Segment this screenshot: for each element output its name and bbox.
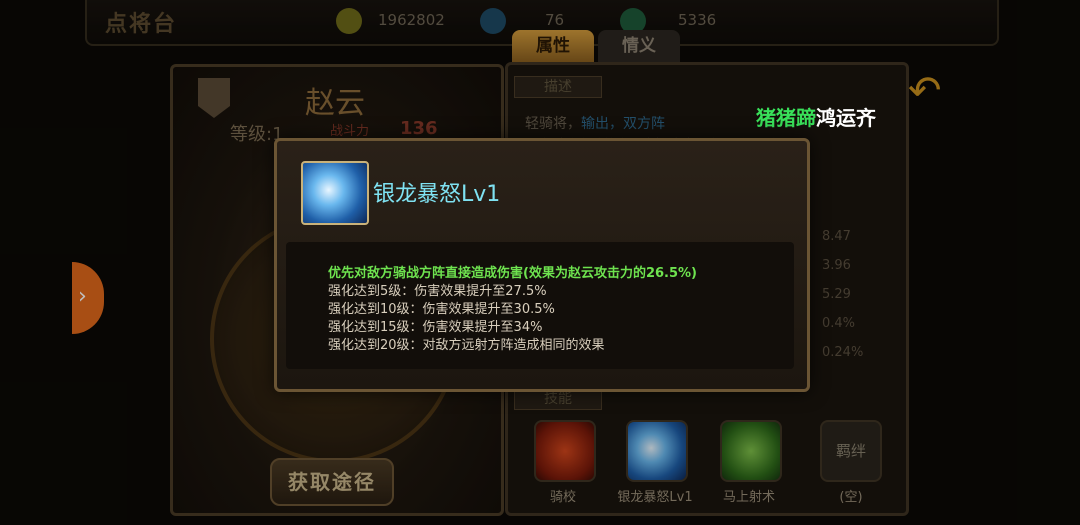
watermark-green: 猪猪蹄 — [756, 106, 816, 130]
watermark-white: 鸿运齐 — [816, 106, 876, 130]
watermark: 猪猪蹄鸿运齐 — [756, 102, 876, 131]
tooltip-main-effect: 优先对敌方骑战方阵直接造成伤害(效果为赵云攻击力的26.5%) — [328, 266, 697, 281]
tooltip-upgrade-line: 强化达到20级：对敌方远射方阵造成相同的效果 — [328, 338, 605, 353]
tooltip-title: 银龙暴怒Lv1 — [373, 182, 501, 207]
tooltip-upgrade-line: 强化达到10级：伤害效果提升至30.5% — [328, 302, 555, 317]
tooltip-upgrade-line: 强化达到15级：伤害效果提升至34% — [328, 320, 543, 335]
silver-dragon-icon — [301, 161, 369, 225]
tooltip-upgrade-line: 强化达到5级：伤害效果提升至27.5% — [328, 284, 547, 299]
